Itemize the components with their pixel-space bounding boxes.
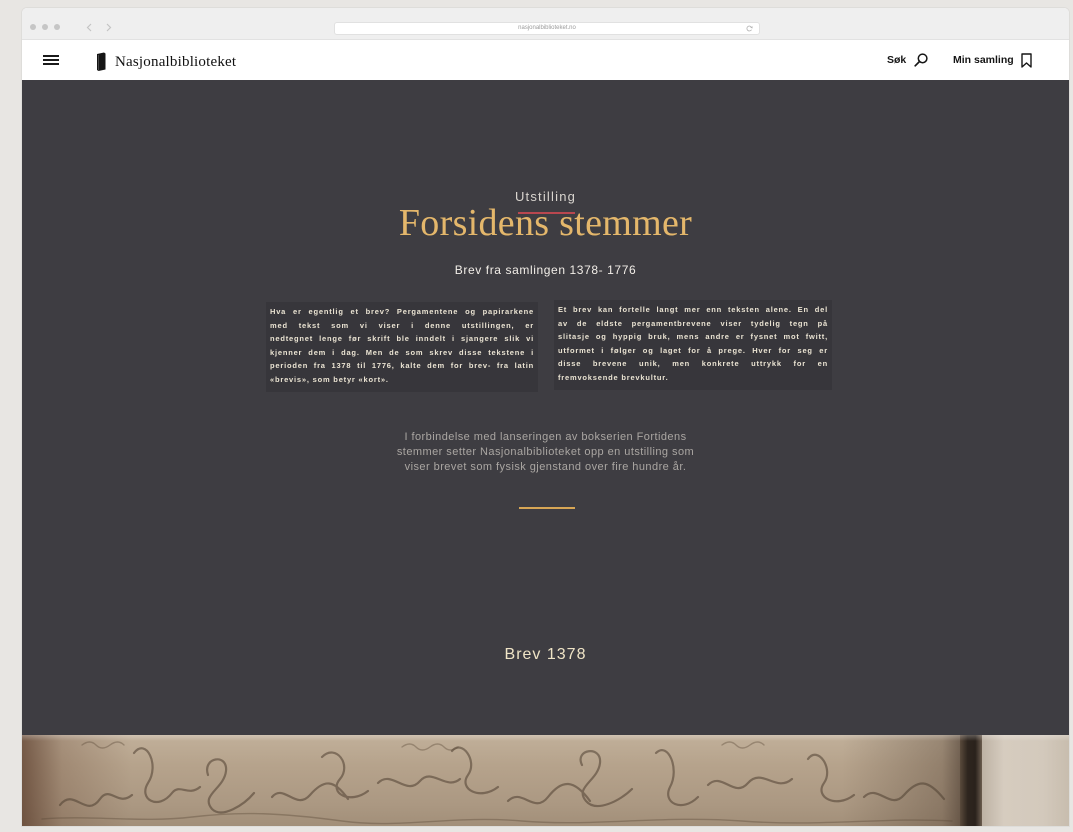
lead-paragraph: I forbindelse med lanseringen av bokseri…	[22, 430, 1069, 475]
browser-toolbar: nasjonalbiblioteket.no	[22, 8, 1069, 40]
browser-window: nasjonalbiblioteket.no Nasjonalbibliotek…	[22, 8, 1069, 826]
eyebrow-underline	[518, 212, 575, 214]
exhibition-hero: Utstilling Forsidens stemmer Brev fra sa…	[22, 80, 1069, 735]
my-collection-label: Min samling	[953, 54, 1014, 66]
intro-text-line: disse brevene unik, men konkrete uttrykk…	[558, 359, 828, 368]
intro-text-line: «brevis», som betyr «kort».	[270, 374, 389, 384]
page-title: Forsidens stemmer	[398, 202, 693, 244]
my-collection-button[interactable]: Min samling	[953, 53, 1035, 68]
intro-text-line: med tekst som vi viser i denne utstillin…	[270, 320, 534, 330]
section-heading: Brev 1378	[504, 646, 587, 663]
lead-text-line: I forbindelse med lanseringen av bokseri…	[404, 431, 687, 443]
parchment-second-sheet	[982, 735, 1069, 826]
intro-text-line: Et brev kan fortelle langt mer enn tekst…	[558, 305, 828, 314]
intro-text-line: av de eldste pergamentbrevene viser tyde…	[558, 318, 828, 328]
window-close-dot[interactable]	[30, 24, 36, 30]
gold-divider	[519, 507, 575, 509]
hamburger-bar	[43, 55, 59, 57]
intro-text-line: slitasje og hyppig bruk, mens andre er f…	[558, 332, 828, 341]
bookmark-icon	[1021, 53, 1032, 68]
hamburger-icon[interactable]	[43, 55, 59, 65]
chevron-left-icon[interactable]	[86, 23, 92, 32]
parchment-fold-shadow	[960, 735, 982, 826]
site-logo-link[interactable]: Nasjonalbiblioteket	[96, 52, 266, 71]
intro-text-line: fremvoksende brevkultur.	[558, 372, 669, 382]
chevron-right-icon[interactable]	[106, 23, 112, 32]
search-icon	[914, 53, 928, 67]
intro-text-line: perioden fra 1378 til 1776, kalte dem fo…	[270, 361, 534, 370]
address-bar-url: nasjonalbiblioteket.no	[518, 25, 576, 31]
lead-text-line: viser brevet som fysisk gjenstand over f…	[404, 461, 687, 473]
address-bar[interactable]: nasjonalbiblioteket.no	[334, 22, 760, 35]
reload-icon[interactable]	[746, 25, 753, 32]
lead-text-line: stemmer setter Nasjonalbiblioteket opp e…	[396, 446, 695, 458]
search-button[interactable]: Søk	[887, 53, 931, 68]
intro-text-line: nedtegnet lenge før skrift ble inndelt i…	[270, 334, 534, 343]
page-subtitle: Brev fra samlingen 1378- 1776	[454, 263, 637, 277]
window-zoom-dot[interactable]	[54, 24, 60, 30]
intro-column-right: Et brev kan fortelle langt mer enn tekst…	[554, 300, 832, 390]
handwriting-strokes	[41, 741, 953, 825]
site-logo-text: Nasjonalbiblioteket	[115, 54, 237, 70]
book-icon	[97, 52, 106, 71]
intro-column-left: Hva er egentlig et brev? Pergamentene og…	[266, 302, 538, 392]
hamburger-bar	[43, 63, 59, 65]
site-header: Nasjonalbiblioteket Søk Min samling	[22, 40, 1069, 80]
search-label: Søk	[887, 54, 907, 66]
intro-text-line: Hva er egentlig et brev? Pergamentene og…	[270, 307, 534, 316]
hamburger-bar	[43, 59, 59, 61]
intro-text-line: kjenner dem i dag. Men de som skrev diss…	[270, 347, 534, 357]
letter-parchment-image	[22, 735, 1069, 826]
intro-text-line: utformet i følger og laget for å prege. …	[558, 345, 828, 355]
image-top-highlight	[22, 735, 1069, 741]
window-minimize-dot[interactable]	[42, 24, 48, 30]
